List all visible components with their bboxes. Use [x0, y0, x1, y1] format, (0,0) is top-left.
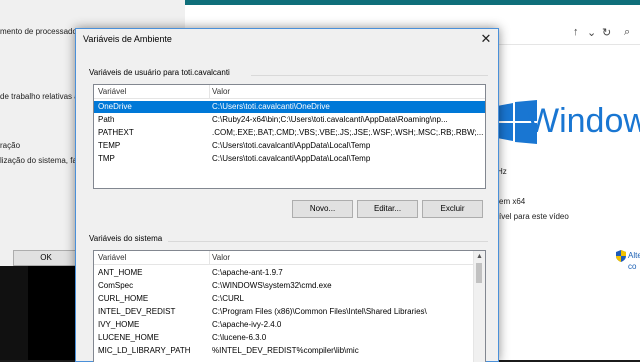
variable-value: C:\CURL	[212, 294, 245, 303]
system-variables-label: Variáveis do sistema	[89, 234, 163, 243]
variable-value: C:\Users\toti.cavalcanti\AppData\Local\T…	[212, 141, 371, 150]
change-link-line: co	[628, 262, 637, 271]
variable-name: ComSpec	[98, 281, 134, 290]
variable-value: C:\Users\toti.cavalcanti\OneDrive	[212, 102, 330, 111]
variable-name: CURL_HOME	[98, 294, 149, 303]
background-text: lização do sistema, fa	[0, 156, 77, 165]
search-icon[interactable]: ⌕	[624, 26, 630, 39]
list-item[interactable]: IVY_HOME C:\apache-ivy-2.4.0	[94, 319, 485, 331]
column-header-variable[interactable]: Variável	[98, 253, 126, 262]
variable-value: C:\Ruby24-x64\bin;C:\Users\toti.cavalcan…	[212, 115, 448, 124]
variable-value: .COM;.EXE;.BAT;.CMD;.VBS;.VBE;.JS;.JSE;.…	[212, 128, 484, 137]
list-header: Variável Valor	[94, 85, 485, 99]
scroll-up-icon[interactable]: ▲	[476, 253, 483, 260]
list-item[interactable]: MIC_LD_LIBRARY_PATH %INTEL_DEV_REDIST%co…	[94, 345, 485, 357]
background-text: ível para este vídeo	[499, 212, 569, 221]
environment-variables-dialog: Variáveis de Ambiente ✕ Variáveis de usu…	[75, 28, 499, 362]
list-item[interactable]: ComSpec C:\WINDOWS\system32\cmd.exe	[94, 280, 485, 292]
variable-name: LUCENE_HOME	[98, 333, 159, 342]
background-text: mento de processador	[0, 27, 80, 36]
new-button[interactable]: Novo...	[292, 200, 353, 218]
background-text: ração	[0, 141, 21, 150]
column-header-value[interactable]: Valor	[212, 253, 230, 262]
list-item[interactable]: CURL_HOME C:\CURL	[94, 293, 485, 305]
variable-name: TEMP	[98, 141, 121, 150]
scrollbar-thumb[interactable]	[476, 263, 482, 283]
variable-name: TMP	[98, 154, 115, 163]
variable-value: C:\lucene-6.3.0	[212, 333, 267, 342]
scrollbar[interactable]: ▲	[473, 251, 485, 362]
dialog-title: Variáveis de Ambiente	[83, 34, 172, 44]
variable-name: OneDrive	[98, 102, 132, 111]
user-variables-label: Variáveis de usuário para toti.cavalcant…	[89, 68, 230, 77]
variable-value: C:\WINDOWS\system32\cmd.exe	[212, 281, 332, 290]
variable-value: C:\apache-ivy-2.4.0	[212, 320, 282, 329]
variable-value: C:\Program Files (x86)\Common Files\Inte…	[212, 307, 427, 316]
variable-name: MIC_LD_LIBRARY_PATH	[98, 346, 191, 355]
up-arrow-icon[interactable]: ↑	[573, 26, 579, 38]
list-item[interactable]: OneDrive C:\Users\toti.cavalcanti\OneDri…	[94, 101, 485, 113]
dark-panel	[28, 266, 75, 360]
list-item[interactable]: PATHEXT .COM;.EXE;.BAT;.CMD;.VBS;.VBE;.J…	[94, 127, 485, 139]
system-variables-list[interactable]: Variável Valor ANT_HOME C:\apache-ant-1.…	[93, 250, 486, 362]
column-header-value[interactable]: Valor	[212, 87, 230, 96]
column-header-variable[interactable]: Variável	[98, 87, 126, 96]
user-variables-list[interactable]: Variável Valor OneDrive C:\Users\toti.ca…	[93, 84, 486, 189]
delete-button[interactable]: Excluir	[422, 200, 483, 218]
variable-value: C:\Users\toti.cavalcanti\AppData\Local\T…	[212, 154, 371, 163]
list-item[interactable]: Path C:\Ruby24-x64\bin;C:\Users\toti.cav…	[94, 114, 485, 126]
variable-name: ANT_HOME	[98, 268, 143, 277]
ok-button[interactable]: OK	[13, 250, 79, 266]
variable-name: Path	[98, 115, 115, 124]
list-header: Variável Valor	[94, 251, 485, 265]
windows-logo-text: Window	[527, 102, 640, 140]
divider	[168, 241, 488, 242]
variable-value: C:\apache-ant-1.9.7	[212, 268, 283, 277]
variable-value: %INTEL_DEV_REDIST%compiler\lib\mic	[212, 346, 359, 355]
list-item[interactable]: LUCENE_HOME C:\lucene-6.3.0	[94, 332, 485, 344]
edit-button[interactable]: Editar...	[357, 200, 418, 218]
list-item[interactable]: ANT_HOME C:\apache-ant-1.9.7	[94, 267, 485, 279]
close-icon[interactable]: ✕	[478, 31, 494, 47]
change-link-line: Alte	[628, 251, 640, 260]
shield-icon	[616, 250, 626, 262]
variable-name: INTEL_DEV_REDIST	[98, 307, 176, 316]
list-item[interactable]: INTEL_DEV_REDIST C:\Program Files (x86)\…	[94, 306, 485, 318]
list-item[interactable]: TMP C:\Users\toti.cavalcanti\AppData\Loc…	[94, 153, 485, 165]
background-text: em x64	[499, 197, 526, 206]
background-titlebar	[185, 0, 640, 5]
background-toolbar	[495, 22, 640, 45]
variable-name: IVY_HOME	[98, 320, 140, 329]
list-item[interactable]: TEMP C:\Users\toti.cavalcanti\AppData\Lo…	[94, 140, 485, 152]
change-link[interactable]: Alte co	[628, 250, 640, 272]
variable-name: PATHEXT	[98, 128, 134, 137]
refresh-icon[interactable]: ↻	[602, 26, 611, 39]
chevron-down-icon[interactable]: ⌄	[587, 26, 596, 39]
background-text: de trabalho relativas à	[0, 92, 79, 101]
divider	[251, 75, 488, 76]
